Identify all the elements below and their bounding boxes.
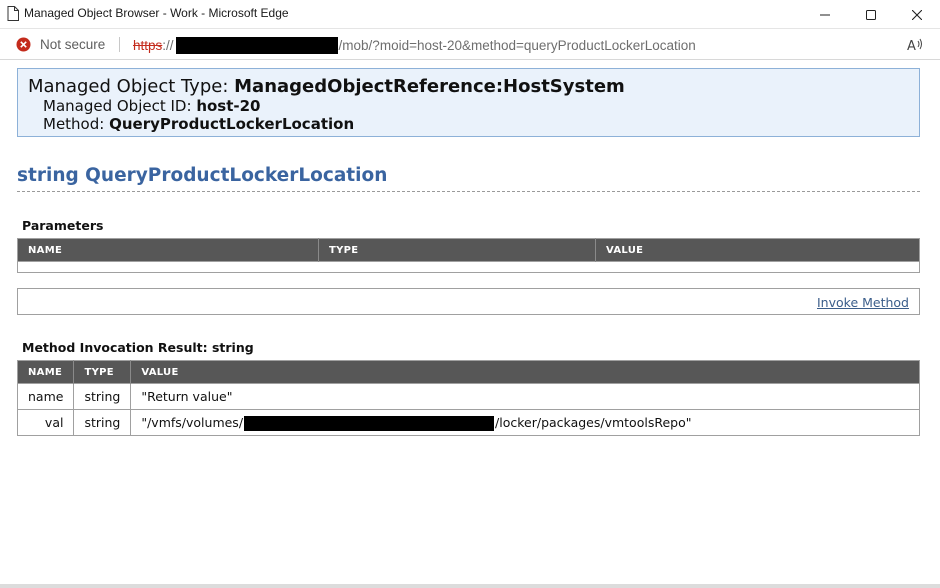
url-field[interactable]: https:// /mob/?moid=host-20&method=queryP… [133, 37, 696, 54]
window-bottom-edge [0, 584, 940, 588]
error-circle-icon[interactable] [16, 37, 31, 52]
parameters-header-row: NAME TYPE VALUE [17, 238, 920, 262]
result-col-name: NAME [17, 360, 75, 384]
parameters-empty-row [17, 261, 920, 273]
method-divider [17, 191, 920, 192]
url-scheme: https [133, 38, 163, 53]
result-value-cell: "/vmfs/volumes/ /locker/packages/vmtoolsR… [130, 409, 920, 436]
close-button[interactable] [894, 0, 940, 29]
result-value-cell: "Return value" [130, 383, 920, 410]
object-type-line: Managed Object Type: ManagedObjectRefere… [28, 76, 625, 97]
method-line: Method: QueryProductLockerLocation [43, 115, 354, 133]
param-col-value: VALUE [595, 238, 920, 262]
managed-object-header: Managed Object Type: ManagedObjectRefere… [17, 68, 920, 137]
param-col-type: TYPE [318, 238, 596, 262]
table-row: val string "/vmfs/volumes/ /locker/packag… [17, 409, 920, 436]
result-col-value: VALUE [130, 360, 920, 384]
param-col-name: NAME [17, 238, 319, 262]
redacted-host [175, 37, 338, 54]
method-signature: string QueryProductLockerLocation [17, 165, 388, 186]
minimize-button[interactable] [802, 0, 848, 29]
object-type-label: Managed Object Type: [28, 76, 229, 97]
close-icon [912, 9, 922, 20]
result-table: NAME TYPE VALUE name string "Return valu… [17, 360, 920, 436]
window-title: Managed Object Browser - Work - Microsof… [24, 6, 289, 20]
url-scheme-separator: :// [162, 38, 174, 53]
minimize-icon [820, 14, 830, 15]
method-label: Method: [43, 115, 105, 133]
object-id-label: Managed Object ID: [43, 97, 192, 115]
title-bar: Managed Object Browser - Work - Microsof… [0, 0, 940, 29]
object-type-value: ManagedObjectReference:HostSystem [234, 76, 625, 97]
read-aloud-icon[interactable]: A [906, 36, 923, 53]
result-header-row: NAME TYPE VALUE [17, 360, 920, 384]
parameters-table: NAME TYPE VALUE [17, 238, 920, 273]
parameters-heading: Parameters [22, 218, 104, 233]
url-path: /mob/?moid=host-20&method=queryProductLo… [338, 38, 696, 53]
page-icon [7, 6, 19, 21]
table-row: name string "Return value" [17, 383, 920, 410]
result-type-cell: string [73, 409, 132, 436]
result-heading: Method Invocation Result: string [22, 340, 254, 355]
maximize-button[interactable] [848, 0, 894, 29]
value-prefix: "/vmfs/volumes/ [141, 414, 244, 430]
invoke-method-link[interactable]: Invoke Method [817, 295, 909, 310]
address-separator [119, 37, 120, 52]
invoke-panel: Invoke Method [17, 288, 920, 315]
object-id-line: Managed Object ID: host-20 [43, 97, 261, 115]
object-id-value: host-20 [196, 97, 261, 115]
result-name-cell: name [17, 383, 75, 410]
value-suffix: /locker/packages/vmtoolsRepo" [495, 414, 692, 430]
result-col-type: TYPE [73, 360, 132, 384]
address-bar: Not secure https:// /mob/?moid=host-20&me… [0, 29, 940, 60]
redacted-volume-id [244, 415, 495, 431]
maximize-icon [866, 9, 876, 20]
result-type-cell: string [73, 383, 132, 410]
svg-text:A: A [907, 39, 916, 53]
not-secure-label[interactable]: Not secure [40, 37, 105, 52]
method-value: QueryProductLockerLocation [109, 115, 355, 133]
result-name-cell: val [17, 409, 75, 436]
